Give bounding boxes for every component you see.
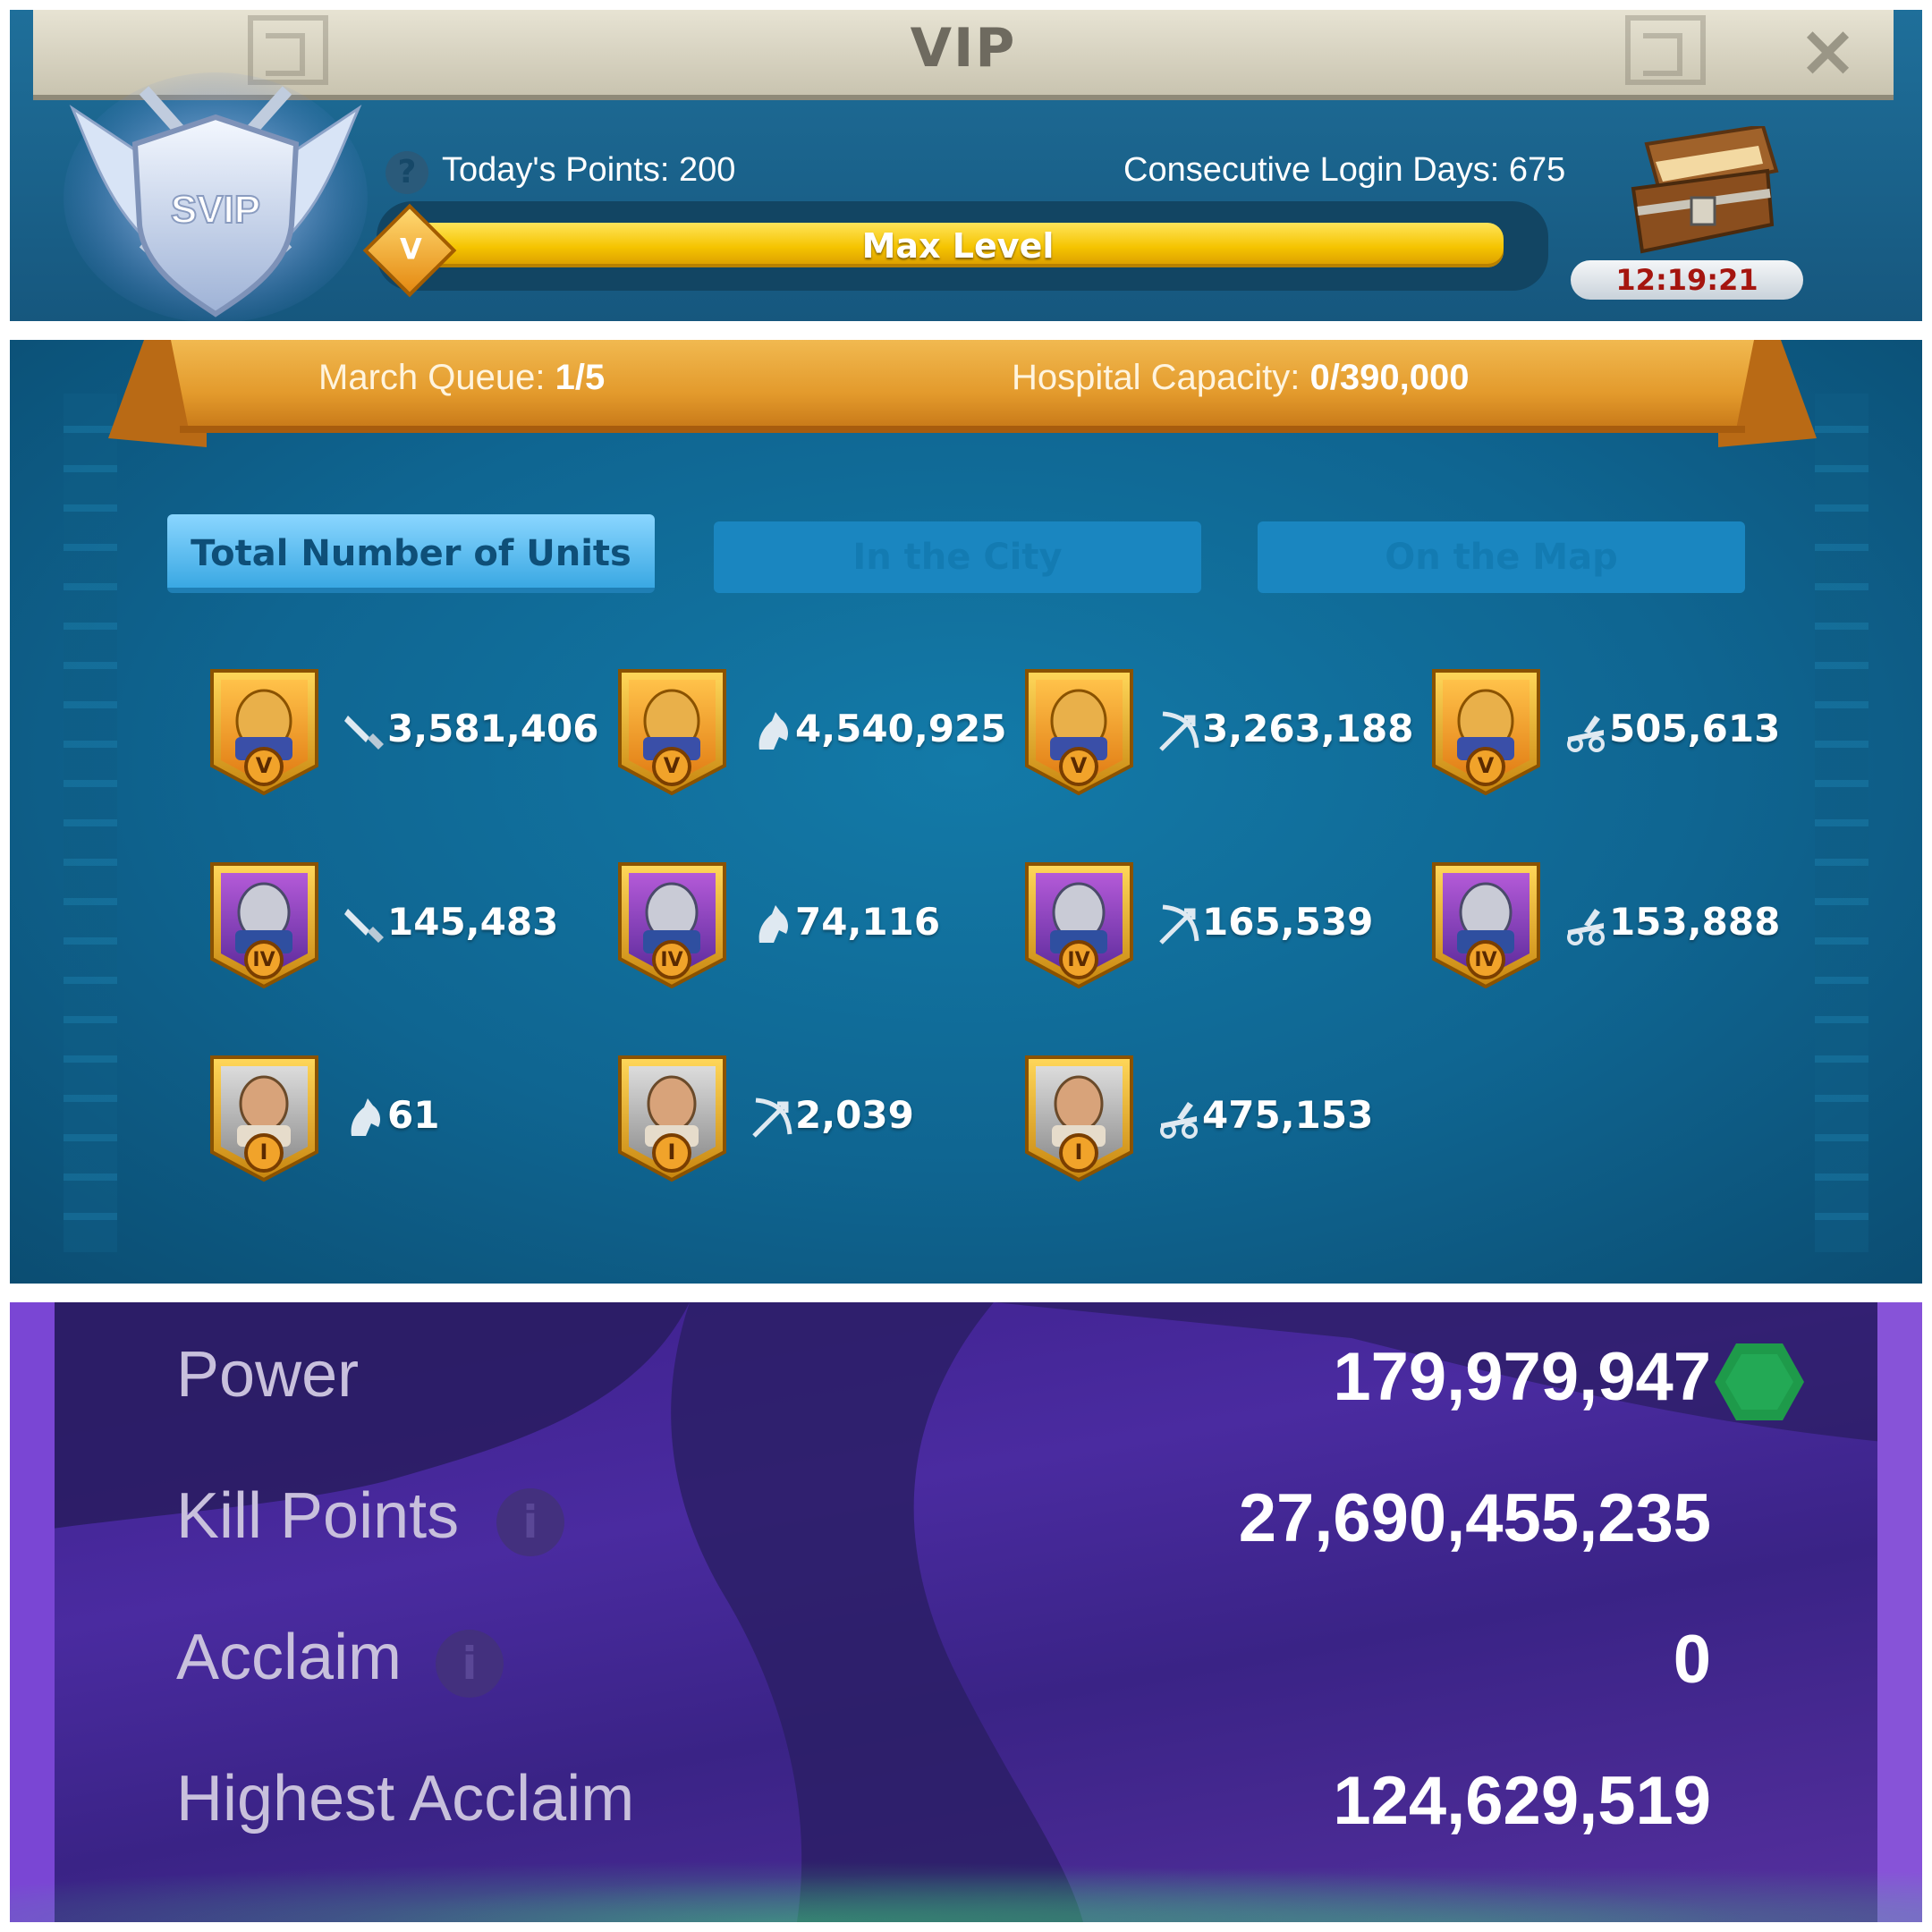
stat-row-power: Power 179,979,947 [55, 1320, 1877, 1445]
unit-count: 505,613 [1609, 707, 1781, 750]
archer-icon [1157, 903, 1200, 946]
unit-count: 74,116 [795, 900, 941, 944]
archer-unit-portrait: IV [1023, 860, 1135, 990]
stats-panel: Power 179,979,947 Kill Points i 27,690,4… [10, 1302, 1922, 1922]
svg-text:I: I [668, 1140, 676, 1165]
vip-title: VIP [910, 17, 1017, 80]
stat-row-acclaim: Acclaim i 0 [55, 1603, 1877, 1728]
svg-text:I: I [1075, 1140, 1083, 1165]
unit-count: 145,483 [387, 900, 559, 944]
power-label: Power [176, 1339, 360, 1411]
svg-text:V: V [1071, 753, 1088, 778]
cavalry-unit-portrait: IV [616, 860, 728, 990]
kill-points-value: 27,690,455,235 [1238, 1480, 1711, 1556]
svg-text:SVIP: SVIP [171, 188, 260, 232]
cavalry-icon [750, 710, 793, 753]
archer-unit-portrait: I [616, 1054, 728, 1183]
highest-acclaim-value: 124,629,519 [1333, 1763, 1711, 1839]
unit-count: 475,153 [1202, 1093, 1374, 1137]
siege-unit-portrait: IV [1430, 860, 1542, 990]
stats-right-edge [1877, 1302, 1922, 1922]
siege-unit-portrait: V [1430, 667, 1542, 797]
cavalry-icon [343, 1097, 386, 1140]
progress-label: Max Level [861, 226, 1055, 266]
stat-row-kill-points: Kill Points i 27,690,455,235 [55, 1462, 1877, 1587]
unit-count: 165,539 [1202, 900, 1374, 944]
svg-text:IV: IV [1067, 949, 1089, 971]
infantry-unit-portrait: IV [208, 860, 320, 990]
svg-text:V: V [664, 753, 681, 778]
cavalry-icon [750, 903, 793, 946]
kill-points-label: Kill Points [176, 1480, 460, 1552]
archer-unit-portrait: V [1023, 667, 1135, 797]
troops-panel: March Queue: 1/5 Hospital Capacity: 0/39… [10, 340, 1922, 1284]
svg-text:IV: IV [1474, 949, 1496, 971]
unit-count: 3,581,406 [387, 707, 599, 750]
consecutive-login-days: Consecutive Login Days: 675 [1123, 151, 1566, 189]
tab-on-the-map[interactable]: On the Map [1258, 521, 1745, 593]
power-hexagon-icon[interactable] [1713, 1342, 1806, 1422]
cavalry-unit-portrait: I [208, 1054, 320, 1183]
unit-count: 3,263,188 [1202, 707, 1414, 750]
svg-text:IV: IV [252, 949, 275, 971]
siege-icon [1564, 903, 1607, 946]
svg-text:I: I [260, 1140, 268, 1165]
chest-timer: 12:19:21 [1571, 260, 1803, 300]
march-queue: March Queue: 1/5 [318, 358, 606, 397]
svip-badge-icon[interactable]: SVIP [64, 72, 368, 321]
vip-progress-bar: Max Level [377, 201, 1548, 291]
info-icon[interactable]: i [436, 1630, 504, 1698]
unit-count: 61 [387, 1093, 440, 1137]
svg-text:V: V [1478, 753, 1495, 778]
hospital-capacity: Hospital Capacity: 0/390,000 [1012, 358, 1470, 397]
archer-icon [1157, 710, 1200, 753]
infantry-unit-portrait: V [208, 667, 320, 797]
meander-border [1815, 394, 1868, 1252]
unit-count: 153,888 [1609, 900, 1781, 944]
unit-count: 4,540,925 [795, 707, 1007, 750]
infantry-icon [343, 710, 386, 753]
acclaim-value: 0 [1673, 1622, 1711, 1698]
todays-points: Today's Points: 200 [442, 151, 736, 189]
meander-border [64, 394, 117, 1252]
siege-icon [1157, 1097, 1200, 1140]
info-icon[interactable]: i [496, 1488, 564, 1556]
siege-unit-portrait: I [1023, 1054, 1135, 1183]
treasure-chest-icon[interactable] [1620, 126, 1781, 260]
siege-icon [1564, 710, 1607, 753]
cavalry-unit-portrait: V [616, 667, 728, 797]
archer-icon [750, 1097, 793, 1140]
bottom-glow [10, 1851, 1922, 1922]
stats-left-edge [10, 1302, 55, 1922]
svg-text:IV: IV [660, 949, 682, 971]
unit-count: 2,039 [795, 1093, 914, 1137]
infantry-icon [343, 903, 386, 946]
svg-text:V: V [256, 753, 273, 778]
close-icon[interactable]: × [1798, 15, 1858, 87]
acclaim-label: Acclaim [176, 1622, 402, 1693]
power-value: 179,979,947 [1333, 1339, 1711, 1415]
highest-acclaim-label: Highest Acclaim [176, 1763, 635, 1835]
vip-panel: VIP × SVIP ? Today's Points: 200 Consecu… [10, 10, 1922, 321]
tab-total-units[interactable]: Total Number of Units [167, 514, 655, 593]
help-icon[interactable]: ? [386, 151, 428, 194]
tab-in-the-city[interactable]: In the City [714, 521, 1201, 593]
